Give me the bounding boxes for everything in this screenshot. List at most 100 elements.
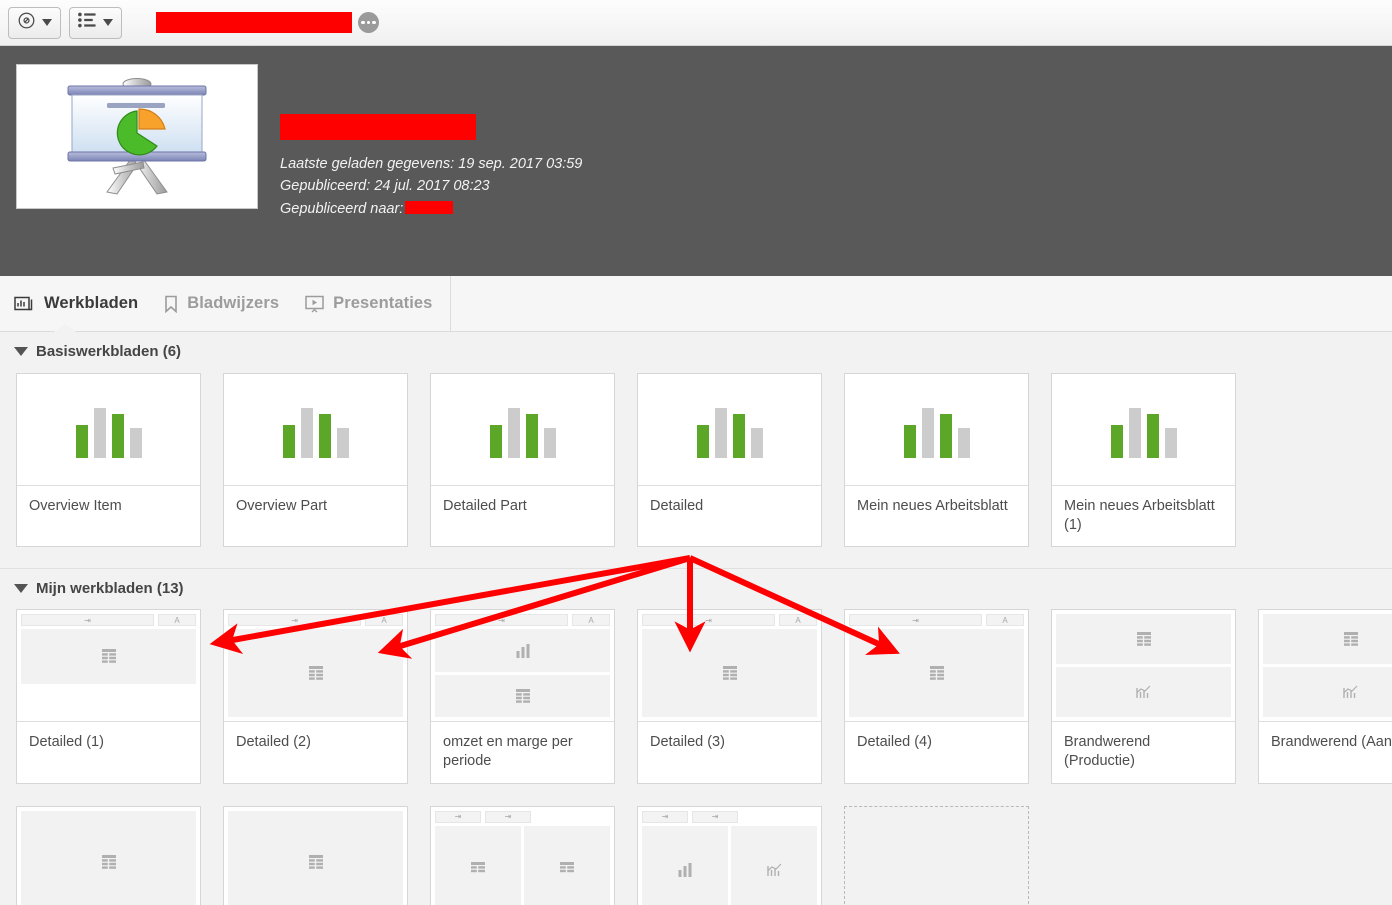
sheet-thumbnail [638,374,821,486]
presentation-icon [305,295,324,313]
sheet-thumbnail: ⇥ ⇥ [638,806,821,905]
export-icon: ⇥ [21,614,154,627]
new-sheet-placeholder [845,806,1028,905]
table-icon [1056,614,1231,665]
sheet-card-detailed-3[interactable]: ⇥ A Detailed (3) [637,609,822,784]
top-toolbar [0,0,1392,46]
table-icon [21,629,196,684]
line-chart-icon [731,825,817,905]
bar-chart-icon [642,825,728,905]
sheet-card-label: Detailed (4) [857,734,932,751]
text-object-icon: A [779,614,817,627]
sheet-thumbnail: ⇥ A [845,610,1028,723]
sheet-card-label: Overview Part [236,498,328,514]
navigate-menu-button[interactable] [8,6,61,39]
table-icon [849,629,1024,718]
meta-published: Gepubliceerd: 24 jul. 2017 08:23 [280,175,582,197]
sheet-thumbnail [1052,374,1235,486]
sheet-card-label: Detailed (2) [236,734,311,751]
sheet-thumbnail [431,374,614,486]
meta-value-redacted [405,200,454,214]
meta-label: Gepubliceerd naar: [280,200,404,217]
sheet-thumbnail: ⇥ A [17,610,200,723]
tab-werkbladen[interactable]: Werkbladen [14,276,138,331]
sheet-card-detailed-2[interactable]: ⇥ A Detailed (2) [223,609,408,784]
line-chart-icon [1263,667,1392,718]
sheet-card-overview-part[interactable]: Overview Part [223,373,408,548]
tab-label: Bladwijzers [187,294,280,312]
section-mijn-werkbladen-header[interactable]: Mijn werkbladen (13) [0,569,1392,608]
text-object-icon: A [158,614,196,627]
export-icon: ⇥ [435,614,568,627]
tab-bladwijzers[interactable]: Bladwijzers [164,276,279,331]
sheet-card-row2-3[interactable]: ⇥ ⇥ [430,805,615,905]
bar-chart-placeholder [696,402,763,458]
bar-chart-icon [14,295,35,312]
bar-chart-placeholder [1110,402,1177,458]
meta-published-to: Gepubliceerd naar: [280,198,582,220]
sheet-card-row2-4[interactable]: ⇥ ⇥ [637,805,822,905]
sheet-thumbnail [1052,610,1235,723]
tab-presentaties[interactable]: Presentaties [305,276,432,331]
more-options-button[interactable] [358,12,379,33]
export-icon: ⇥ [228,614,361,627]
bar-chart-placeholder [75,402,142,458]
sheet-thumbnail: ⇥ ⇥ [431,806,614,905]
chevron-down-icon [103,19,113,26]
bookmark-icon [164,295,178,313]
app-thumbnail [16,64,258,209]
sheet-card-row2-1[interactable] [16,805,201,905]
sheet-card-mein-neues-arbeitsblatt[interactable]: Mein neues Arbeitsblatt [844,373,1029,548]
sheet-card-brandwerend-productie[interactable]: Brandwerend (Productie) [1051,609,1236,784]
app-title-redacted [280,114,476,140]
app-metadata: Laatste geladen gegevens: 19 sep. 2017 0… [280,64,582,276]
sheet-thumbnail: ⇥ A [431,610,614,723]
create-new-sheet-card[interactable] [844,805,1029,905]
bar-chart-placeholder [489,402,556,458]
export-icon: ⇥ [849,614,982,627]
section-title: Mijn werkbladen (13) [36,580,184,598]
tab-label: Werkbladen [44,294,139,312]
meta-value: 24 jul. 2017 08:23 [374,178,490,195]
export-icon: ⇥ [435,810,481,823]
sheet-card-overview-item[interactable]: Overview Item [16,373,201,548]
export-icon: ⇥ [485,810,531,823]
dot [372,20,376,25]
meta-value: 19 sep. 2017 03:59 [458,156,583,172]
text-object-icon: A [572,614,610,627]
sheet-thumbnail [17,806,200,905]
presentation-chart-icon [67,77,207,195]
table-icon [642,629,817,718]
bar-chart-placeholder [282,402,349,458]
sheet-card-detailed[interactable]: Detailed [637,373,822,548]
sheet-card-label: Mein neues Arbeitsblatt [857,498,1008,514]
empty-area [21,686,196,709]
sheet-card-mein-neues-arbeitsblatt-1[interactable]: Mein neues Arbeitsblatt (1) [1051,373,1236,548]
section-basiswerkbladen-header[interactable]: Basiswerkbladen (6) [0,332,1392,371]
table-icon [1263,614,1392,665]
active-tab-indicator [54,324,76,332]
sheet-list-menu-button[interactable] [69,6,122,39]
tab-label: Presentaties [333,294,433,312]
export-icon: ⇥ [642,614,775,627]
sheet-card-brandwerend-aankoop[interactable]: Brandwerend (Aankoop) [1258,609,1392,784]
sheet-card-label: Detailed (1) [29,734,104,751]
sheet-thumbnail [1259,610,1392,723]
table-icon [228,629,403,718]
sheet-card-detailed-1[interactable]: ⇥ A Detailed (1) [16,609,201,784]
sheet-card-row2-2[interactable] [223,805,408,905]
table-icon [228,810,403,905]
sheet-card-detailed-4[interactable]: ⇥ A Detailed (4) [844,609,1029,784]
sheet-card-label: Overview Item [29,498,122,514]
bar-chart-placeholder [903,402,970,458]
sheet-card-label: Brandwerend (Aankoop) [1271,734,1392,751]
list-icon [78,12,97,33]
meta-label: Gepubliceerd: [280,178,371,195]
meta-last-loaded: Laatste geladen gegevens: 19 sep. 2017 0… [280,153,582,175]
sheet-card-omzet-en-marge[interactable]: ⇥ A omzet en marge per periode [430,609,615,784]
collapse-triangle-icon [14,347,28,356]
text-object-icon: A [986,614,1024,627]
sheet-card-label: Detailed [650,498,704,514]
sheet-card-detailed-part[interactable]: Detailed Part [430,373,615,548]
sheet-thumbnail: ⇥ A [224,610,407,723]
